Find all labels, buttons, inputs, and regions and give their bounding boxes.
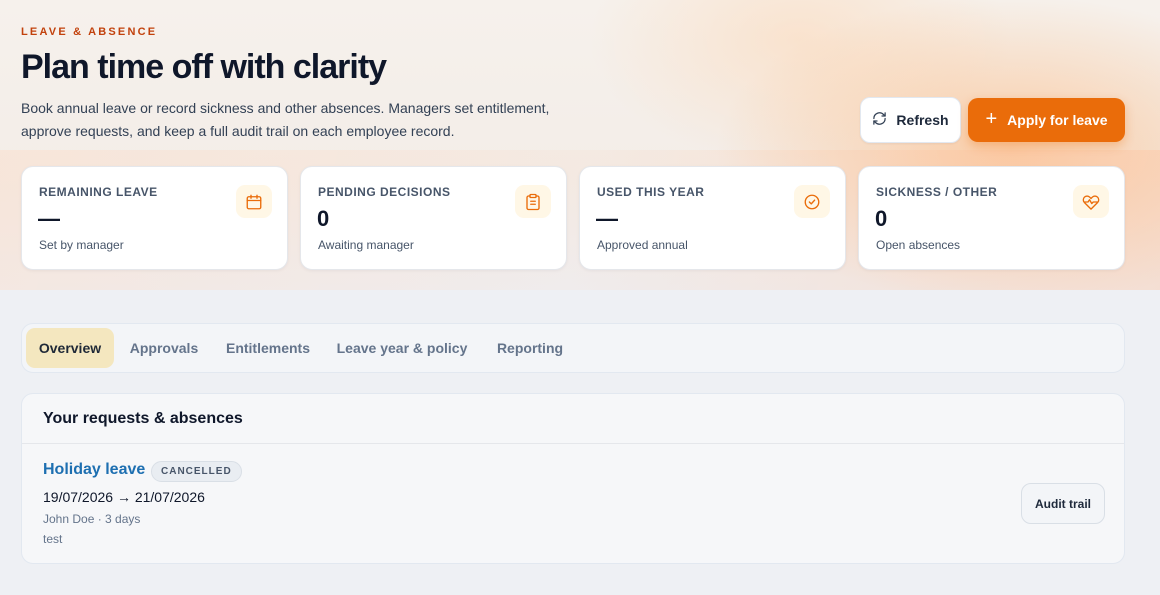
- stat-label: USED THIS YEAR: [597, 185, 705, 199]
- stat-subtext: Approved annual: [597, 238, 688, 252]
- check-circle-icon: [794, 185, 830, 218]
- panel-heading: Your requests & absences: [22, 394, 1124, 444]
- request-meta: John Doe · 3 days: [43, 512, 141, 526]
- audit-trail-button[interactable]: Audit trail: [1021, 483, 1105, 524]
- page-subtitle: Book annual leave or record sickness and…: [21, 100, 550, 139]
- tab-reporting[interactable]: Reporting: [486, 328, 574, 368]
- tab-bar: Overview Approvals Entitlements Leave ye…: [21, 323, 1125, 373]
- refresh-button[interactable]: Refresh: [860, 97, 961, 143]
- tab-leave-year-policy[interactable]: Leave year & policy: [330, 328, 474, 368]
- stat-label: PENDING DECISIONS: [318, 185, 451, 199]
- page-content: LEAVE & ABSENCE Plan time off with clari…: [0, 0, 1160, 595]
- tab-approvals[interactable]: Approvals: [120, 328, 208, 368]
- stat-subtext: Set by manager: [39, 238, 124, 252]
- tab-overview[interactable]: Overview: [26, 328, 114, 368]
- apply-for-leave-button[interactable]: + Apply for leave: [968, 98, 1125, 142]
- stat-value: 0: [875, 206, 888, 231]
- stat-card-used-this-year: USED THIS YEAR — Approved annual: [579, 166, 846, 270]
- clipboard-icon: [515, 185, 551, 218]
- calendar-icon: [236, 185, 272, 218]
- stat-value: 0: [317, 206, 330, 231]
- refresh-button-label: Refresh: [896, 112, 949, 128]
- plus-icon: +: [985, 108, 998, 130]
- section-eyebrow: LEAVE & ABSENCE: [21, 26, 158, 38]
- page-title: Plan time off with clarity: [21, 48, 387, 86]
- request-dates: 19/07/2026 → 21/07/2026: [43, 489, 205, 505]
- request-title-link[interactable]: Holiday leave: [43, 461, 145, 479]
- stat-label: SICKNESS / OTHER: [876, 185, 998, 199]
- tab-entitlements[interactable]: Entitlements: [216, 328, 320, 368]
- stat-card-pending-decisions: PENDING DECISIONS 0 Awaiting manager: [300, 166, 567, 270]
- stat-subtext: Open absences: [876, 238, 961, 252]
- apply-button-label: Apply for leave: [1007, 112, 1108, 128]
- stat-value: —: [596, 206, 618, 231]
- refresh-icon: [872, 111, 887, 129]
- requests-panel: Your requests & absences Holiday leave C…: [21, 393, 1125, 564]
- status-badge: CANCELLED: [151, 461, 242, 482]
- stat-card-remaining-leave: REMAINING LEAVE — Set by manager: [21, 166, 288, 270]
- stat-subtext: Awaiting manager: [318, 238, 414, 252]
- stat-value: —: [38, 206, 60, 231]
- stat-card-sickness-other: SICKNESS / OTHER 0 Open absences: [858, 166, 1125, 270]
- request-note: test: [43, 532, 63, 546]
- stat-label: REMAINING LEAVE: [39, 185, 158, 199]
- heart-pulse-icon: [1073, 185, 1109, 218]
